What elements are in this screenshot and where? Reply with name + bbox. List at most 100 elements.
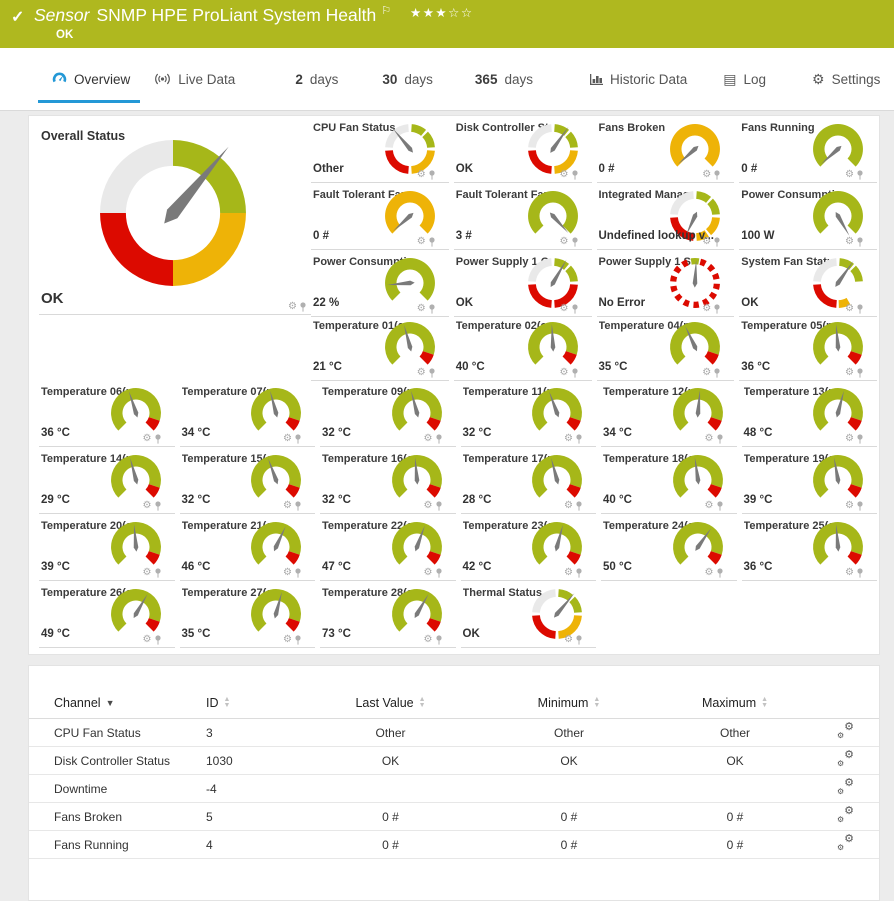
gauge-tile[interactable]: Temperature 18(cpu) 40 °C ⚙ bbox=[601, 447, 737, 514]
gear-icon[interactable]: ⚙ bbox=[143, 434, 152, 444]
pin-icon[interactable] bbox=[154, 635, 162, 645]
gauge-tile[interactable]: Temperature 02(cpu) 40 °C ⚙ bbox=[454, 314, 592, 381]
gear-icon[interactable]: ⚙ bbox=[702, 237, 711, 247]
gear-icon[interactable]: ⚙ bbox=[560, 304, 569, 314]
gear-icon[interactable]: ⚙ bbox=[705, 568, 714, 578]
table-row[interactable]: CPU Fan Status 3 Other Other Other ⚙ ⚙ bbox=[29, 719, 879, 747]
gear-icon[interactable]: ⚙ bbox=[417, 170, 426, 180]
pin-icon[interactable] bbox=[428, 304, 436, 314]
pin-icon[interactable] bbox=[435, 501, 443, 511]
gear-icon[interactable]: ⚙ bbox=[424, 568, 433, 578]
gear-icon[interactable]: ⚙ bbox=[702, 304, 711, 314]
channel-settings-icon[interactable]: ⚙ ⚙ bbox=[838, 780, 854, 795]
gauge-tile[interactable]: Temperature 07(memo... 34 °C ⚙ bbox=[180, 380, 316, 447]
pin-icon[interactable] bbox=[435, 635, 443, 645]
gauge-tile[interactable]: System Fan Status OK ⚙ bbox=[739, 250, 877, 317]
gear-icon[interactable]: ⚙ bbox=[417, 237, 426, 247]
gauge-tile[interactable]: Temperature 17(memo... 28 °C ⚙ bbox=[461, 447, 597, 514]
cell-channel[interactable]: Fans Running bbox=[54, 838, 206, 852]
pin-icon[interactable] bbox=[575, 635, 583, 645]
gauge-tile[interactable]: Temperature 19(system) 39 °C ⚙ bbox=[742, 447, 878, 514]
tab-overview[interactable]: Overview bbox=[52, 48, 130, 110]
gear-icon[interactable]: ⚙ bbox=[845, 568, 854, 578]
pin-icon[interactable] bbox=[428, 237, 436, 247]
pin-icon[interactable] bbox=[713, 304, 721, 314]
gear-icon[interactable]: ⚙ bbox=[564, 434, 573, 444]
gauge-tile[interactable]: Temperature 22(system) 47 °C ⚙ bbox=[320, 514, 456, 581]
pin-icon[interactable] bbox=[716, 568, 724, 578]
pin-icon[interactable] bbox=[154, 568, 162, 578]
tab-2-days[interactable]: 2 days bbox=[295, 48, 338, 110]
gear-icon[interactable]: ⚙ bbox=[564, 635, 573, 645]
gauge-tile[interactable]: Temperature 09(memo... 32 °C ⚙ bbox=[320, 380, 456, 447]
tab-30-days[interactable]: 30 days bbox=[382, 48, 433, 110]
gear-icon[interactable]: ⚙ bbox=[564, 568, 573, 578]
gear-icon[interactable]: ⚙ bbox=[845, 237, 854, 247]
gauge-tile[interactable]: Fault Tolerant Fans Ru... 3 # ⚙ bbox=[454, 183, 592, 250]
gauge-tile[interactable]: Temperature 27(storag... 35 °C ⚙ bbox=[180, 581, 316, 648]
gear-icon[interactable]: ⚙ bbox=[424, 434, 433, 444]
pin-icon[interactable] bbox=[575, 434, 583, 444]
gauge-tile[interactable]: Power Consumption 1 100 W ⚙ bbox=[739, 183, 877, 250]
gear-icon[interactable]: ⚙ bbox=[283, 635, 292, 645]
flag-icon[interactable]: ⚐ bbox=[381, 5, 391, 17]
gear-icon[interactable]: ⚙ bbox=[424, 501, 433, 511]
pin-icon[interactable] bbox=[435, 568, 443, 578]
tab-log[interactable]: ▤ Log bbox=[723, 48, 766, 110]
gear-icon[interactable]: ⚙ bbox=[702, 170, 711, 180]
pin-icon[interactable] bbox=[856, 170, 864, 180]
pin-icon[interactable] bbox=[294, 434, 302, 444]
priority-stars[interactable]: ★★★☆☆ bbox=[410, 6, 474, 20]
gauge-tile[interactable]: Temperature 28(system) 73 °C ⚙ bbox=[320, 581, 456, 648]
pin-icon[interactable] bbox=[435, 434, 443, 444]
gauge-tile[interactable]: Temperature 04(memo... 35 °C ⚙ bbox=[597, 314, 735, 381]
pin-icon[interactable] bbox=[294, 635, 302, 645]
tab-settings[interactable]: ⚙ Settings bbox=[812, 48, 880, 110]
cell-channel[interactable]: Fans Broken bbox=[54, 810, 206, 824]
pin-icon[interactable] bbox=[856, 501, 864, 511]
gauge-tile[interactable]: Temperature 14(memo... 29 °C ⚙ bbox=[39, 447, 175, 514]
channel-settings-icon[interactable]: ⚙ ⚙ bbox=[838, 724, 854, 739]
channel-settings-icon[interactable]: ⚙ ⚙ bbox=[838, 836, 854, 851]
overall-status-tile[interactable]: Overall Status OK ⚙ bbox=[39, 119, 311, 315]
gauge-tile[interactable]: Temperature 05(memo... 36 °C ⚙ bbox=[739, 314, 877, 381]
table-row[interactable]: Fans Broken 5 0 # 0 # 0 # ⚙ ⚙ bbox=[29, 803, 879, 831]
gauge-tile[interactable]: Power Supply 1 Conditi... OK ⚙ bbox=[454, 250, 592, 317]
gauge-tile[interactable]: Temperature 23(system) 42 °C ⚙ bbox=[461, 514, 597, 581]
gear-icon[interactable]: ⚙ bbox=[417, 304, 426, 314]
header-maximum[interactable]: Maximum ▲▼ bbox=[655, 696, 815, 710]
gear-icon[interactable]: ⚙ bbox=[424, 635, 433, 645]
header-channel[interactable]: Channel ▼ bbox=[54, 696, 206, 710]
pin-icon[interactable] bbox=[294, 501, 302, 511]
gauge-tile[interactable]: Temperature 01(ambie... 21 °C ⚙ bbox=[311, 314, 449, 381]
pin-icon[interactable] bbox=[713, 237, 721, 247]
pin-icon[interactable] bbox=[154, 501, 162, 511]
gear-icon[interactable]: ⚙ bbox=[560, 170, 569, 180]
gear-icon[interactable]: ⚙ bbox=[283, 568, 292, 578]
cell-channel[interactable]: CPU Fan Status bbox=[54, 726, 206, 740]
pin-icon[interactable] bbox=[428, 368, 436, 378]
gauge-tile[interactable]: Temperature 06(memo... 36 °C ⚙ bbox=[39, 380, 175, 447]
header-id[interactable]: ID ▲▼ bbox=[206, 696, 298, 710]
channel-settings-icon[interactable]: ⚙ ⚙ bbox=[838, 752, 854, 767]
gauge-tile[interactable]: Temperature 11(memo... 32 °C ⚙ bbox=[461, 380, 597, 447]
tab-live-data[interactable]: Live Data bbox=[154, 48, 235, 110]
gauge-tile[interactable]: Temperature 12(power... 34 °C ⚙ bbox=[601, 380, 737, 447]
header-last-value[interactable]: Last Value ▲▼ bbox=[298, 696, 483, 710]
gear-icon[interactable]: ⚙ bbox=[143, 568, 152, 578]
tab-365-days[interactable]: 365 days bbox=[475, 48, 533, 110]
gear-icon[interactable]: ⚙ bbox=[845, 501, 854, 511]
pin-icon[interactable] bbox=[856, 304, 864, 314]
pin-icon[interactable] bbox=[575, 501, 583, 511]
gear-icon[interactable]: ⚙ bbox=[705, 501, 714, 511]
pin-icon[interactable] bbox=[299, 302, 307, 312]
pin-icon[interactable] bbox=[575, 568, 583, 578]
gear-icon[interactable]: ⚙ bbox=[143, 635, 152, 645]
gauge-tile[interactable]: Temperature 13(power... 48 °C ⚙ bbox=[742, 380, 878, 447]
gauge-tile[interactable]: Power Consumption 1 ... 22 % ⚙ bbox=[311, 250, 449, 317]
gauge-tile[interactable]: Thermal Status OK ⚙ bbox=[461, 581, 597, 648]
pin-icon[interactable] bbox=[571, 368, 579, 378]
cell-channel[interactable]: Downtime bbox=[54, 782, 206, 796]
pin-icon[interactable] bbox=[856, 568, 864, 578]
pin-icon[interactable] bbox=[856, 368, 864, 378]
